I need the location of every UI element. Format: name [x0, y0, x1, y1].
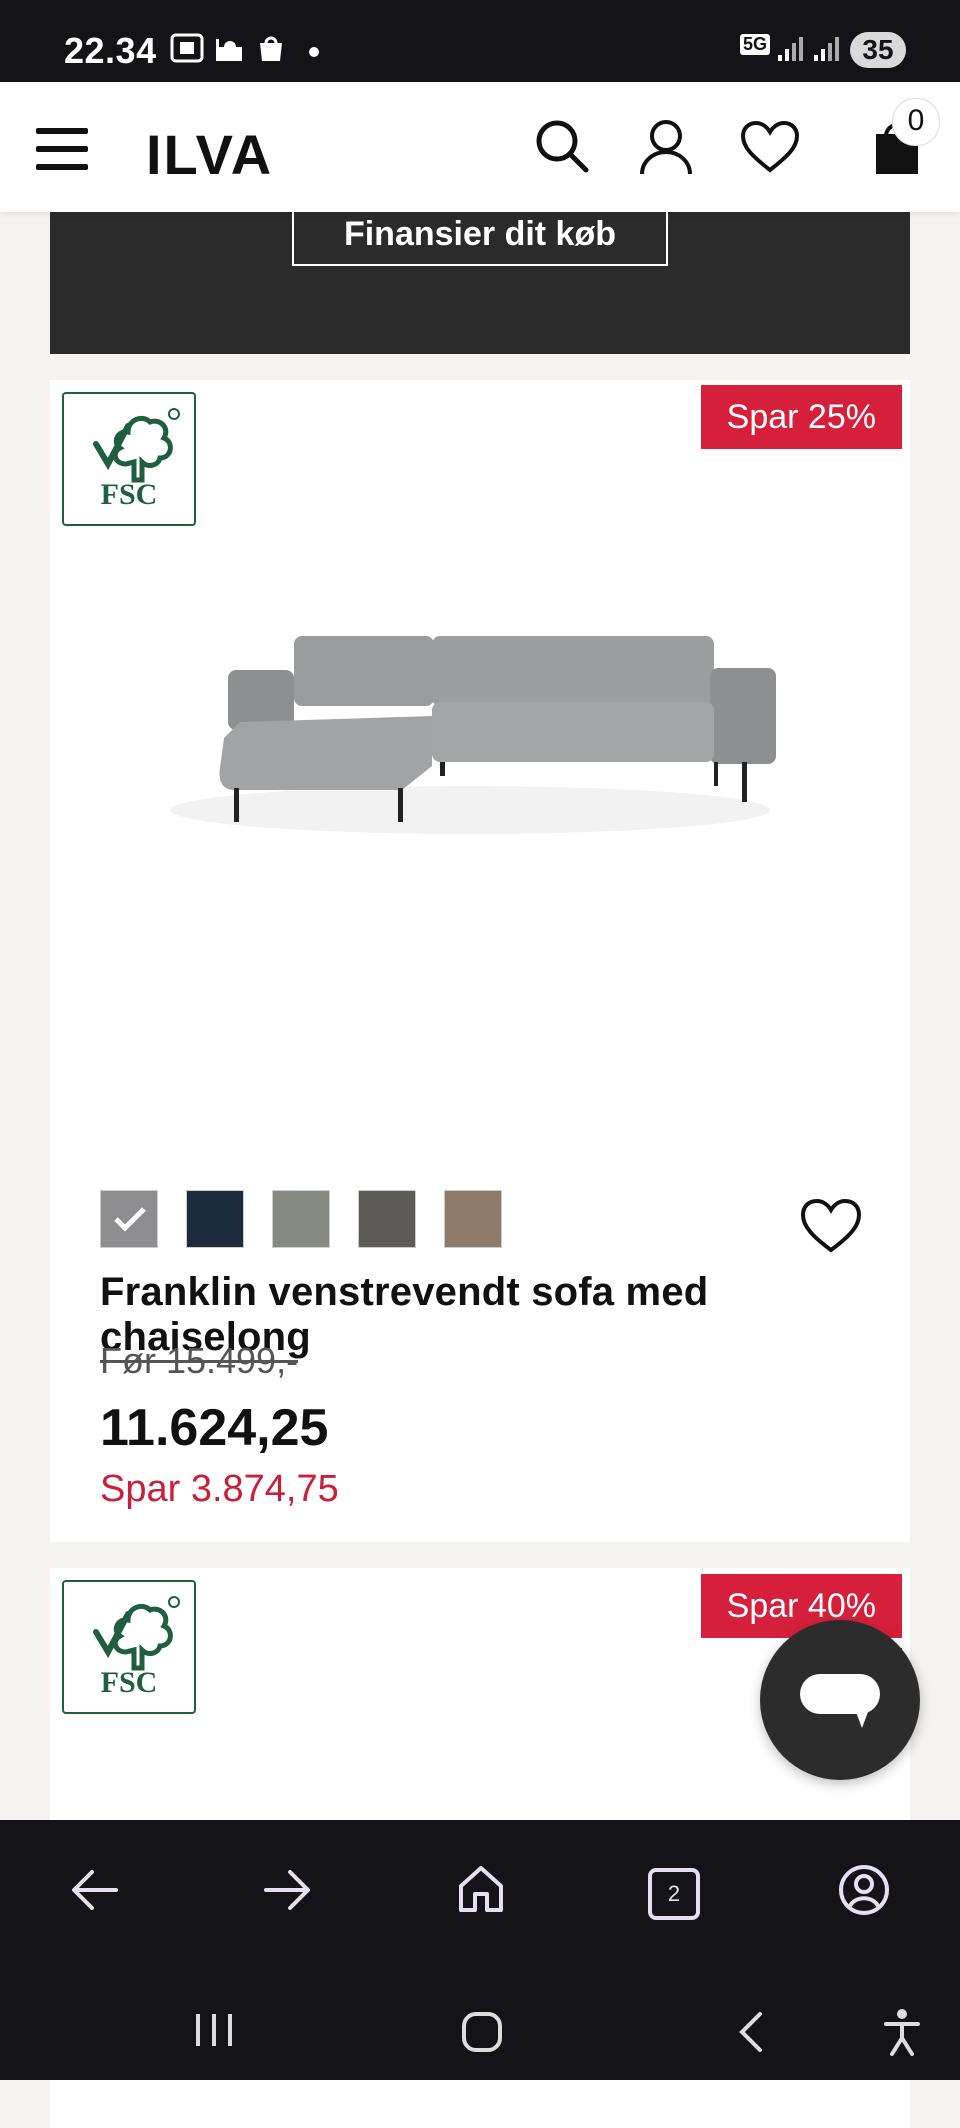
product-card[interactable]: FSC Spar 25% Franklin venstrevendt sofa …	[50, 380, 910, 1542]
network-label: 5G	[740, 34, 771, 55]
system-home-icon[interactable]	[460, 2010, 504, 2054]
color-swatch[interactable]	[358, 1190, 416, 1248]
fsc-badge: FSC	[62, 392, 196, 526]
fsc-label: FSC	[100, 478, 158, 511]
tabs-icon[interactable]: 2	[648, 1868, 700, 1920]
accessibility-icon[interactable]	[882, 2008, 922, 2058]
fsc-tree-icon	[93, 1596, 180, 1671]
wishlist-heart-icon[interactable]	[800, 1198, 862, 1254]
old-price: Før 15.499,-	[100, 1340, 299, 1381]
color-swatch[interactable]	[272, 1190, 330, 1248]
status-time: 22.34	[64, 30, 157, 71]
back-icon[interactable]	[70, 1868, 120, 1912]
shopping-bag-icon	[260, 36, 282, 61]
home-icon[interactable]	[456, 1864, 506, 1914]
discount-badge: Spar 25%	[700, 385, 902, 449]
battery-indicator: 35	[850, 32, 906, 68]
browser-navigation: 2	[0, 1820, 960, 2080]
search-icon[interactable]	[534, 118, 590, 174]
fsc-label: FSC	[100, 1666, 158, 1699]
wishlist-icon[interactable]	[740, 120, 800, 174]
color-swatch-selected[interactable]	[100, 1190, 158, 1248]
finance-button[interactable]: Finansier dit køb	[292, 212, 668, 266]
color-swatches	[100, 1190, 530, 1253]
chat-button[interactable]	[760, 1620, 920, 1780]
savings-text: Spar 3.874,75	[100, 1468, 339, 1510]
account-icon[interactable]	[638, 118, 694, 176]
signal-icon-2	[814, 37, 839, 61]
recent-apps-icon[interactable]	[192, 2010, 236, 2050]
color-swatch[interactable]	[186, 1190, 244, 1248]
forward-icon[interactable]	[262, 1868, 312, 1912]
chat-icon	[800, 1674, 880, 1728]
fsc-tree-icon	[93, 408, 180, 483]
ilva-logo[interactable]: ILVA	[146, 122, 273, 187]
profile-icon[interactable]	[838, 1864, 890, 1916]
check-icon	[114, 1207, 146, 1232]
color-swatch[interactable]	[444, 1190, 502, 1248]
signal-icon	[778, 37, 803, 61]
system-back-icon[interactable]	[736, 2010, 766, 2054]
sofa-product-image[interactable]	[170, 590, 790, 850]
site-header: ILVA 0	[0, 82, 960, 212]
status-bar: 22.34 5G 35	[0, 0, 960, 82]
current-price: 11.624,25	[100, 1399, 329, 1457]
menu-icon[interactable]	[36, 126, 88, 172]
notification-dot-icon	[309, 47, 319, 57]
fsc-badge: FSC	[62, 1580, 196, 1714]
cart-count-badge[interactable]: 0	[892, 98, 940, 146]
mosque-icon	[216, 39, 242, 61]
screenshot-icon	[170, 33, 204, 63]
finance-banner: Finansier dit køb	[50, 212, 910, 354]
